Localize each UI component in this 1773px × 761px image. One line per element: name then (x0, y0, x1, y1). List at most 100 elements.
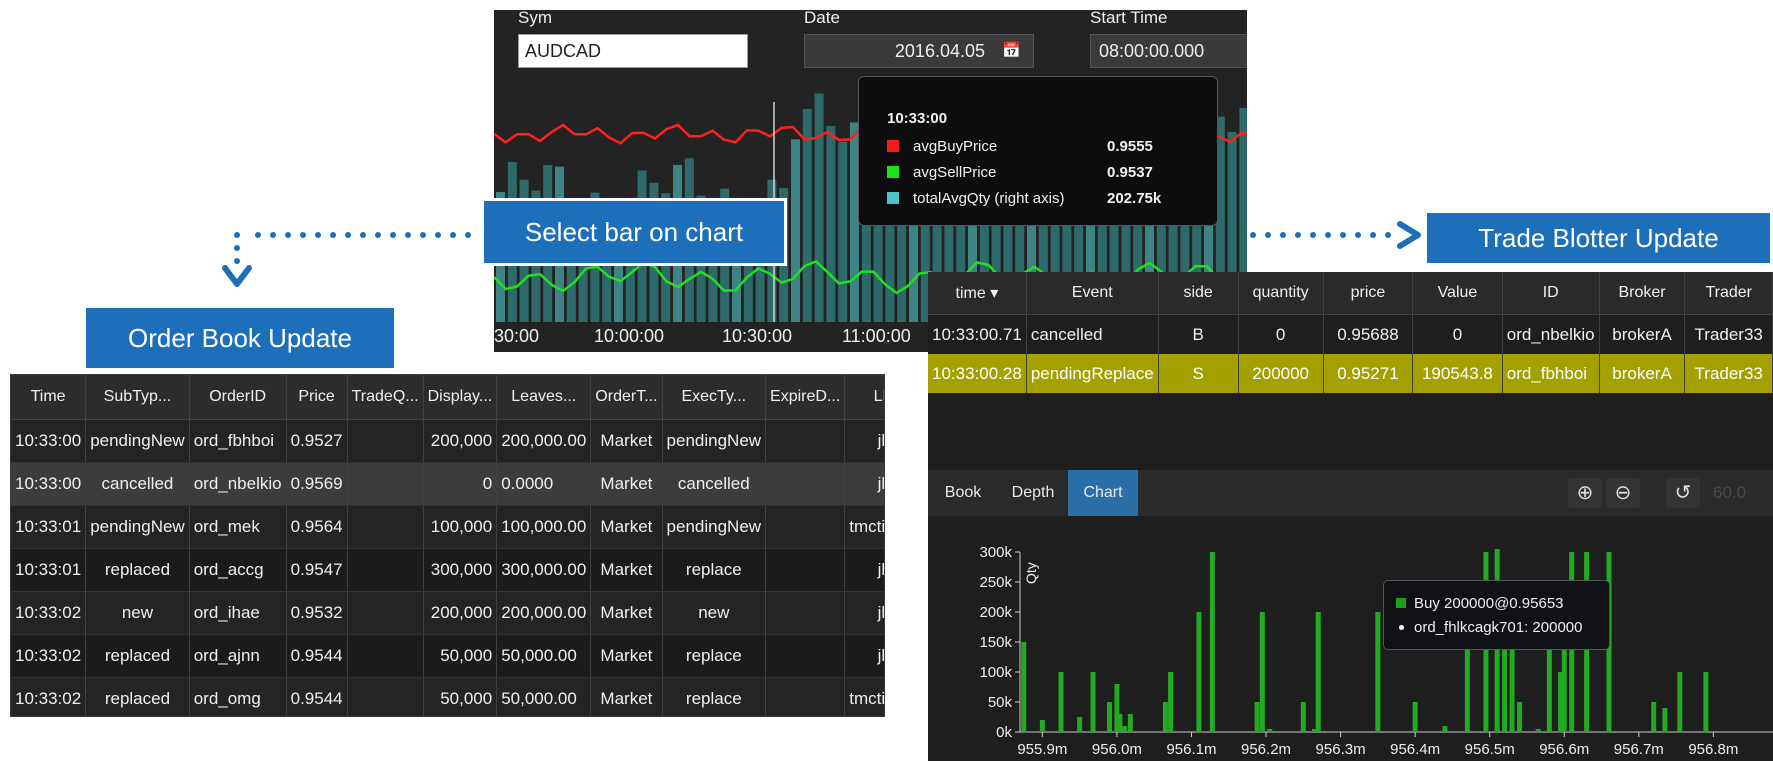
table-cell: Market (590, 677, 663, 716)
table-cell: ord_mek (189, 505, 287, 549)
volume-bar (838, 141, 848, 322)
legend-swatch (887, 166, 899, 178)
col-header-quantity[interactable]: quantity (1238, 272, 1324, 315)
col-header-tradeqty[interactable]: TradeQ... (347, 375, 424, 420)
qty-bar (1254, 702, 1260, 732)
table-row[interactable]: 10:33:02 new ord_ihae 0.9532 200,000 200,000.… (11, 591, 884, 635)
table-cell: pendingNew (85, 505, 190, 549)
table-cell: ord_fbhboi (189, 419, 287, 463)
table-cell: Market (590, 462, 663, 506)
col-header-event[interactable]: Event (1026, 272, 1159, 315)
table-row[interactable]: 10:33:02 replaced ord_omg 0.9544 50,000 50,00… (11, 677, 884, 716)
table-cell: jblogs (844, 462, 884, 506)
table-cell: Market (590, 591, 663, 635)
legend-swatch (887, 192, 899, 204)
table-cell: pendingReplace (1026, 354, 1159, 393)
table-cell (347, 419, 424, 463)
col-header-orderid[interactable]: OrderID (189, 375, 287, 420)
arrow-right-icon (1397, 221, 1421, 249)
table-cell: 200000 (1238, 354, 1324, 393)
table-cell: Market (590, 548, 663, 592)
qty-bar (1090, 672, 1096, 732)
table-row[interactable]: 10:33:00 pendingNew ord_fbhboi 0.9527 200,00… (11, 419, 884, 463)
tooltip-row: totalAvgQty (right axis) 202.75k (887, 185, 1217, 211)
col-header-id[interactable]: ID (1502, 272, 1600, 315)
table-cell: 0.9544 (286, 634, 348, 678)
col-header-time[interactable]: time ▾ (928, 272, 1027, 315)
volume-bar (814, 93, 824, 322)
tab-book[interactable]: Book (928, 470, 998, 516)
col-header-price[interactable]: Price (286, 375, 348, 420)
table-cell: 10:33:00 (11, 419, 87, 463)
table-cell: 0.9527 (286, 419, 348, 463)
table-row[interactable]: 10:33:00.28 pendingReplace S 200000 0.95271 1… (928, 354, 1773, 393)
x-tick-label: 11:00:00 (842, 326, 911, 346)
table-row[interactable]: 10:33:01 replaced ord_accg 0.9547 300,000 300… (11, 548, 884, 592)
sym-input[interactable]: AUDCAD (518, 34, 748, 68)
table-cell: 200,000 (423, 419, 498, 463)
col-header-expire[interactable]: ExpireD... (765, 375, 846, 420)
col-header-exectype[interactable]: ExecTy... (662, 375, 767, 420)
zoom-out-icon[interactable]: ⊖ (1606, 478, 1640, 508)
table-cell: 200,000 (423, 591, 498, 635)
col-header-broker[interactable]: Broker (1599, 272, 1686, 315)
connector-dot (345, 232, 351, 238)
zoom-in-icon[interactable]: ⊕ (1568, 478, 1602, 508)
col-header-ordertype[interactable]: OrderT... (590, 375, 663, 420)
table-cell: 10:33:01 (11, 548, 87, 592)
calendar-icon[interactable]: 📅 (1002, 35, 1021, 67)
table-row[interactable]: 10:33:02 replaced ord_ajnn 0.9544 50,000 50,0… (11, 634, 884, 678)
tooltip-time: 10:33:00 (887, 109, 948, 127)
table-row[interactable]: 10:33:00 cancelled ord_nbelkio 0.9569 0 0.000… (11, 462, 884, 506)
connector-dot (270, 232, 276, 238)
connector-dot (255, 232, 261, 238)
depth-bar-chart[interactable]: 0k 50k 100k 150k 200k 250k 300k 955.9m 956.0m 956… (928, 534, 1773, 761)
connector-dot (1340, 232, 1346, 238)
col-header-display[interactable]: Display... (423, 375, 498, 420)
volume-bar (802, 108, 812, 322)
date-field[interactable]: 2016.04.05 📅 (804, 34, 1034, 68)
start-time-field[interactable]: 08:00:00.000 (1090, 34, 1247, 68)
x-tick-label: 30:00 (494, 326, 540, 346)
table-cell: replaced (85, 634, 190, 678)
tooltip-row: avgSellPrice 0.9537 (887, 159, 1217, 185)
tab-chart[interactable]: Chart (1068, 470, 1138, 516)
col-header-lei[interactable]: LEI (844, 375, 884, 420)
connector-dot (315, 232, 321, 238)
col-header-price[interactable]: price (1323, 272, 1414, 315)
col-header-leaves[interactable]: Leaves... (496, 375, 592, 420)
connector-dot (234, 258, 240, 264)
col-header-trader[interactable]: Trader (1684, 272, 1773, 315)
x-tick-label: 956.1m (1166, 741, 1216, 758)
y-tick-label: 100k (979, 664, 1012, 681)
volume-bar (826, 125, 836, 322)
table-row[interactable]: 10:33:00.71 cancelled B 0 0.95688 0 ord_nbelki… (928, 314, 1773, 354)
table-cell: jblogs (844, 634, 884, 678)
col-header-side[interactable]: side (1158, 272, 1239, 315)
table-cell: 10:33:02 (11, 634, 87, 678)
connector-dot (360, 232, 366, 238)
col-header-value[interactable]: Value (1412, 272, 1503, 315)
connector-dot (1310, 232, 1316, 238)
connector-dot (465, 232, 471, 238)
tab-depth[interactable]: Depth (998, 470, 1068, 516)
qty-bar (1464, 642, 1470, 732)
col-header-subtype[interactable]: SubTyp... (85, 375, 190, 420)
table-cell: 100,000 (423, 505, 498, 549)
view-tab-bar: Book Depth Chart ⊕ ⊖ ↺ 60.0 (928, 470, 1773, 516)
table-cell: 200,000.00 (496, 591, 592, 635)
table-cell: 50,000 (423, 634, 498, 678)
col-header-time[interactable]: Time (11, 375, 87, 420)
tooltip-row: ord_fhlkcagk701: 200000 (1396, 615, 1609, 639)
chart-tooltip: 10:33:00 avgBuyPrice 0.9555 avgSellPrice… (858, 76, 1218, 226)
reset-icon[interactable]: ↺ (1666, 478, 1700, 508)
table-row[interactable]: 10:33:01 pendingNew ord_mek 0.9564 100,000 10… (11, 505, 884, 549)
qty-bar (1039, 720, 1045, 732)
table-cell: 0.9547 (286, 548, 348, 592)
table-cell: 0.95688 (1323, 314, 1414, 354)
sym-label: Sym (518, 10, 552, 27)
x-tick-label: 955.9m (1017, 741, 1067, 758)
zoom-value[interactable]: 60.0 (1713, 470, 1746, 516)
table-cell: 300,000 (423, 548, 498, 592)
qty-bar (1168, 672, 1174, 732)
